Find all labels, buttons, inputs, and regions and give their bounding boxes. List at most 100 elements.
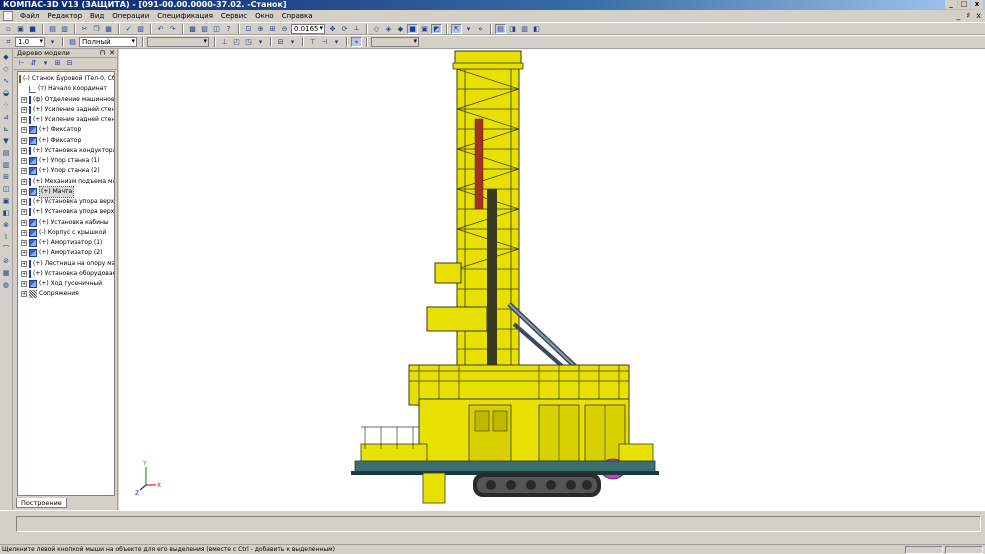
expand-toggle-icon[interactable]: + <box>21 270 27 277</box>
menu-help[interactable]: Справка <box>278 12 317 20</box>
tree-view-mode-icon[interactable]: ⊢ <box>17 59 26 68</box>
tree-item[interactable]: + (+) Ход гусеничный <box>18 279 114 289</box>
snap-icon[interactable]: ⋄ <box>475 24 486 34</box>
mates-icon[interactable]: ⊗ <box>1 220 11 230</box>
expand-toggle-icon[interactable]: + <box>21 106 27 113</box>
cables-icon[interactable]: ⌇ <box>1 232 11 242</box>
welds-icon[interactable]: ⊘ <box>1 256 11 266</box>
menu-specification[interactable]: Спецификация <box>153 12 217 20</box>
dim-icon[interactable]: ⊤ <box>307 37 318 47</box>
menu-service[interactable]: Сервис <box>217 12 251 20</box>
orient-xz-icon[interactable]: ◳ <box>243 37 254 47</box>
constraint-icon[interactable]: ⊟ <box>275 37 286 47</box>
properties-icon[interactable]: ✓ <box>123 24 134 34</box>
scale-input[interactable]: 1.0 <box>15 37 45 47</box>
tree-item[interactable]: + (-) Корпус с крышкой <box>18 228 114 238</box>
component-icon[interactable]: ◧ <box>1 208 11 218</box>
selection-filter-icon[interactable]: ⇱ <box>451 23 462 34</box>
orientation-icon[interactable]: ⟂ <box>351 24 362 34</box>
trace-icon[interactable]: ⌖ <box>351 37 362 47</box>
thin-hidden-icon[interactable]: ◆ <box>395 24 406 34</box>
menu-view[interactable]: Вид <box>86 12 108 20</box>
orient-dropdown-icon[interactable]: ▾ <box>255 37 266 47</box>
new-document-icon[interactable]: ▫ <box>3 24 14 34</box>
layer-icon[interactable]: ▤ <box>67 37 78 47</box>
calc-icon[interactable]: ◫ <box>211 24 222 34</box>
perspective-icon[interactable]: ◩ <box>431 23 442 34</box>
expand-toggle-icon[interactable]: + <box>21 147 27 154</box>
mdi-close-button[interactable]: x <box>976 11 981 20</box>
tree-close-icon[interactable]: ✕ <box>109 49 115 58</box>
expand-toggle-icon[interactable]: + <box>21 168 27 175</box>
library-panel-icon[interactable]: ▦ <box>1 268 11 278</box>
tree-item[interactable]: + (+) Установка упора верх <box>18 197 114 207</box>
pan-icon[interactable]: ✥ <box>327 24 338 34</box>
sheet-metal-icon[interactable]: ◫ <box>1 184 11 194</box>
mass-properties-icon[interactable]: ▥ <box>519 24 530 34</box>
manager-icon[interactable]: ▩ <box>187 24 198 34</box>
document-icon[interactable] <box>3 11 13 21</box>
expand-toggle-icon[interactable]: + <box>21 281 27 288</box>
maximize-button[interactable]: □ <box>958 0 970 9</box>
tree-item[interactable]: + (+) Установка оборудован <box>18 269 114 279</box>
rotate-icon[interactable]: ⟳ <box>339 24 350 34</box>
paste-icon[interactable]: ▦ <box>103 24 114 34</box>
expand-toggle-icon[interactable]: + <box>21 96 27 103</box>
tree-item[interactable]: + (+) Установка упора верх <box>18 207 114 217</box>
expand-toggle-icon[interactable]: + <box>21 240 27 247</box>
drilling-rig-model[interactable]: Y X Z <box>119 49 985 510</box>
shaded-icon[interactable]: ■ <box>407 23 418 34</box>
tree-item[interactable]: + (+) Лестница на опору мач <box>18 259 114 269</box>
grid-step-icon[interactable]: ⌗ <box>3 37 14 47</box>
pipes-icon[interactable]: ⌒ <box>1 244 11 254</box>
wireframe-icon[interactable]: ◇ <box>371 24 382 34</box>
variables-icon[interactable]: ▨ <box>199 24 210 34</box>
tree-item[interactable]: + (ф) Отделение машинное <box>18 95 114 105</box>
empty-select-2[interactable] <box>371 37 419 47</box>
tree-item[interactable]: + (+) Фиксатор <box>18 125 114 135</box>
tree-item[interactable]: + (+) Мачта <box>18 185 114 198</box>
tree-item[interactable]: + (+) Установка кондуктора <box>18 146 114 156</box>
model-tree-toggle-icon[interactable]: ▤ <box>495 23 506 34</box>
minimize-button[interactable]: _ <box>945 0 957 9</box>
view-mode-select[interactable]: Полный <box>79 37 137 47</box>
open-icon[interactable]: ▣ <box>15 24 26 34</box>
tab-construction[interactable]: Построение <box>16 498 67 508</box>
expand-toggle-icon[interactable]: + <box>21 250 27 257</box>
expand-toggle-icon[interactable]: + <box>21 178 27 185</box>
tree-item[interactable]: + (+) Усиление задней стенк <box>18 115 114 125</box>
tree-item[interactable]: + (+) Установка кабины <box>18 218 114 228</box>
filter-dropdown-icon[interactable]: ▾ <box>463 24 474 34</box>
expand-toggle-icon[interactable]: + <box>21 260 27 267</box>
save-icon[interactable]: ■ <box>27 24 38 34</box>
print-icon[interactable]: ▤ <box>47 24 58 34</box>
tree-item[interactable]: + (+) Упор станка (1) <box>18 156 114 166</box>
expand-toggle-icon[interactable]: + <box>21 127 27 134</box>
copy-icon[interactable]: ❐ <box>91 24 102 34</box>
reports-icon[interactable]: ▥ <box>1 160 11 170</box>
tree-collapse-icon[interactable]: ⊟ <box>65 59 74 68</box>
tree-root-item[interactable]: (-) Станок Буровой (Тел-0, Сбо <box>18 74 114 84</box>
surfaces-icon[interactable]: ◒ <box>1 88 11 98</box>
filters-icon[interactable]: ▼ <box>1 136 11 146</box>
shaded-edges-icon[interactable]: ▣ <box>419 24 430 34</box>
materials-icon[interactable]: ◍ <box>1 280 11 290</box>
measure-panel-icon[interactable]: ⊾ <box>1 124 11 134</box>
spec-icon[interactable]: ▤ <box>1 148 11 158</box>
library-icon[interactable]: ▧ <box>135 24 146 34</box>
expand-toggle-icon[interactable]: + <box>21 158 27 165</box>
orient-zy-icon[interactable]: ◰ <box>231 37 242 47</box>
menu-editor[interactable]: Редактор <box>43 12 86 20</box>
menu-file[interactable]: Файл <box>16 12 43 20</box>
hidden-lines-icon[interactable]: ◈ <box>383 24 394 34</box>
assembly-icon[interactable]: ▣ <box>1 196 11 206</box>
empty-select-1[interactable] <box>147 37 209 47</box>
tree-item[interactable]: + (+) Амортизатор (2) <box>18 248 114 258</box>
model-tree[interactable]: (-) Станок Буровой (Тел-0, Сбо (т) Начал… <box>17 71 115 496</box>
curves-icon[interactable]: ∿ <box>1 76 11 86</box>
redo-icon[interactable]: ↷ <box>167 24 178 34</box>
mdi-restore-button[interactable]: ♯ <box>966 11 970 20</box>
help-pointer-icon[interactable]: ? <box>223 24 234 34</box>
zoom-scale-input[interactable]: 0.0165 <box>291 23 325 34</box>
expand-toggle-icon[interactable]: + <box>21 219 27 226</box>
